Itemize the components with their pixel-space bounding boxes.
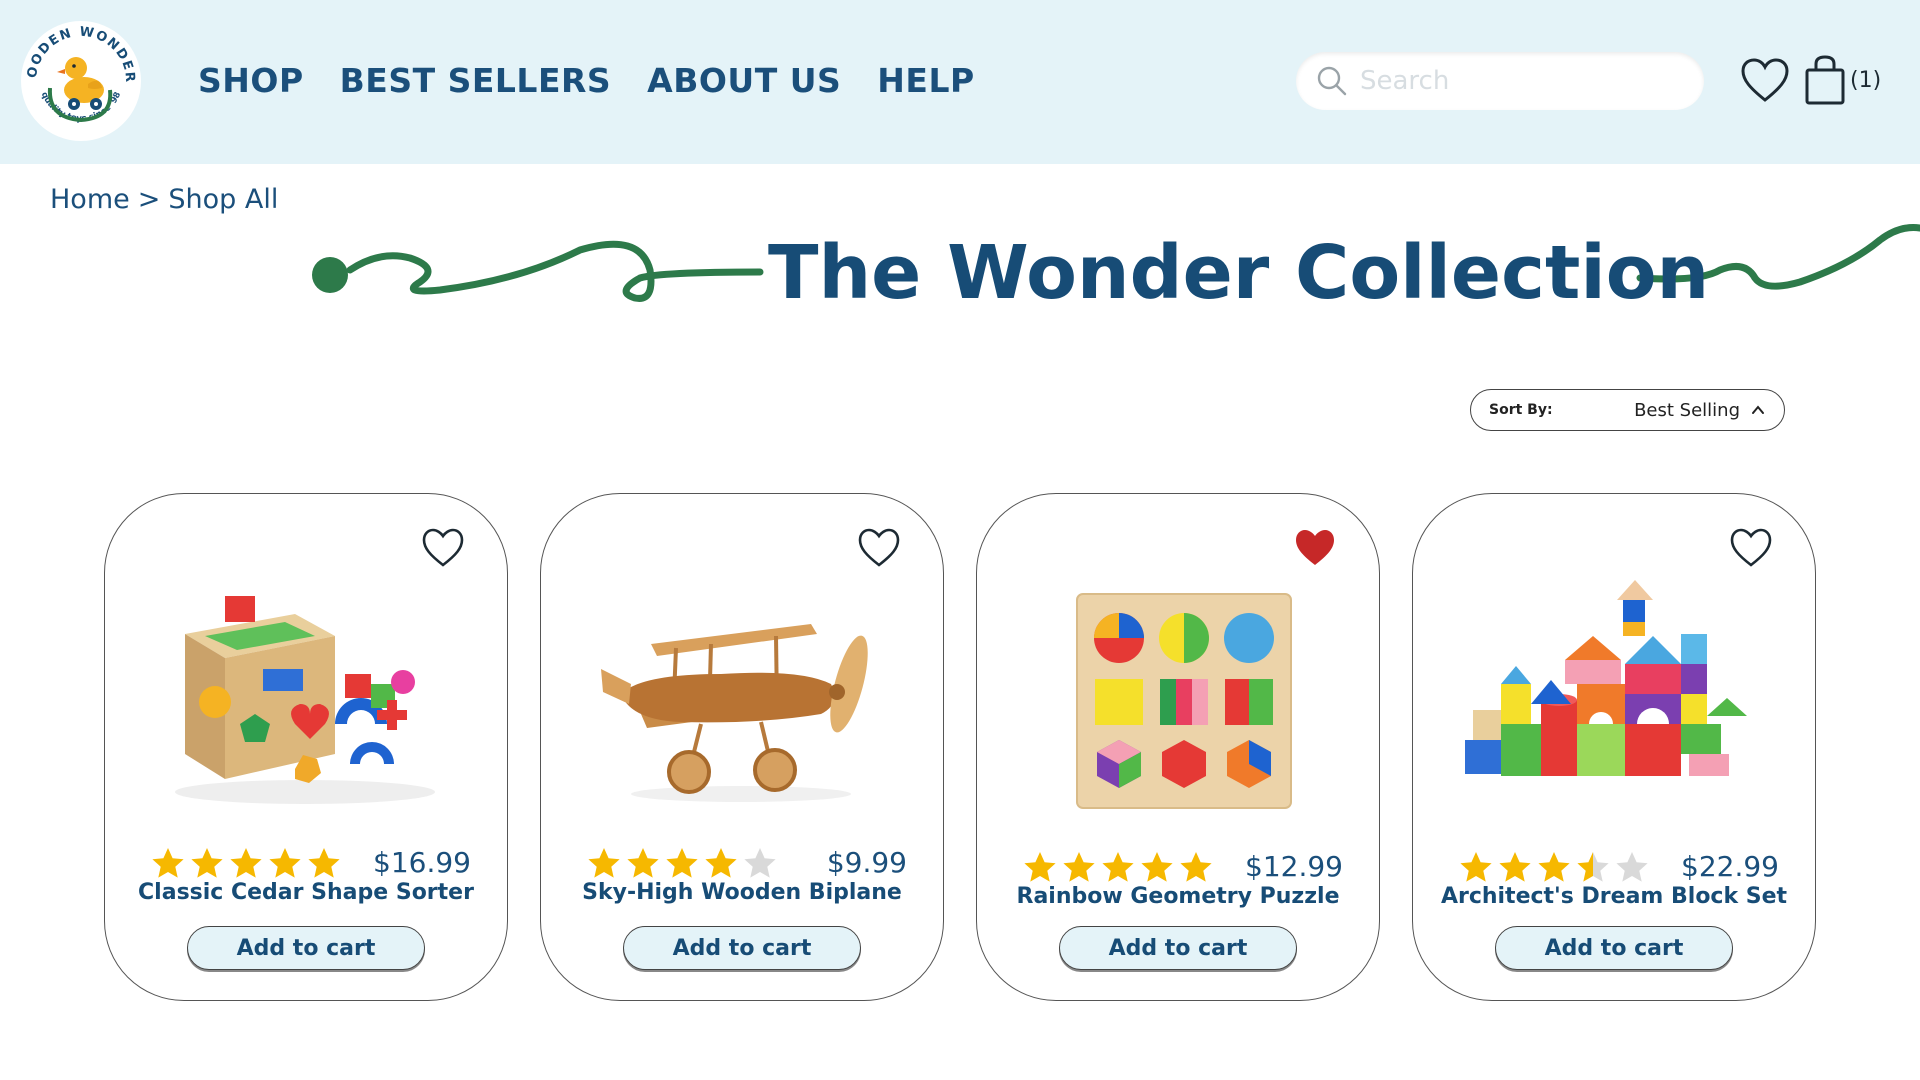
star-icon [1102, 851, 1134, 882]
star-rating [1023, 851, 1213, 883]
page-title: The Wonder Collection [768, 230, 1710, 316]
search-icon[interactable] [1316, 65, 1348, 97]
star-icon [152, 847, 184, 878]
product-name[interactable]: Classic Cedar Shape Sorter [105, 880, 507, 905]
product-price: $12.99 [1245, 850, 1343, 883]
nav-best-sellers[interactable]: BEST SELLERS [340, 58, 612, 104]
product-card[interactable]: $9.99 Sky-High Wooden Biplane Add to car… [540, 493, 944, 1001]
rating-row: $22.99 [1459, 850, 1779, 883]
star-icon [269, 847, 301, 878]
rating-row: $16.99 [151, 846, 471, 879]
star-icon [1577, 851, 1609, 882]
product-price: $22.99 [1681, 850, 1779, 883]
star-rating [151, 847, 341, 879]
breadcrumb: Home > Shop All [50, 184, 278, 215]
star-icon [666, 847, 698, 878]
favorite-heart-icon[interactable] [1729, 526, 1773, 570]
add-to-cart-button[interactable]: Add to cart [187, 926, 425, 970]
product-price: $16.99 [373, 846, 471, 879]
product-card[interactable]: $12.99 Rainbow Geometry Puzzle Add to ca… [976, 493, 1380, 1001]
star-icon [588, 847, 620, 878]
star-rating [587, 847, 777, 879]
cart-count: (1) [1850, 68, 1882, 93]
star-icon [191, 847, 223, 878]
add-to-cart-button[interactable]: Add to cart [1495, 926, 1733, 970]
search-input[interactable] [1360, 66, 1680, 96]
star-icon [308, 847, 340, 878]
product-card[interactable]: $16.99 Classic Cedar Shape Sorter Add to… [104, 493, 508, 1001]
wishlist-heart-icon[interactable] [1740, 56, 1790, 106]
sort-dropdown[interactable]: Sort By: Best Selling [1470, 389, 1785, 431]
product-price: $9.99 [826, 846, 907, 879]
product-grid: $16.99 Classic Cedar Shape Sorter Add to… [104, 493, 1816, 1001]
product-name[interactable]: Sky-High Wooden Biplane [541, 880, 943, 905]
block-castle-image[interactable] [1453, 574, 1777, 814]
star-icon [627, 847, 659, 878]
star-icon [744, 847, 776, 878]
geometry-puzzle-image[interactable] [1017, 574, 1341, 814]
nav-about-us[interactable]: ABOUT US [647, 58, 841, 104]
wooden-biplane-image[interactable] [581, 574, 905, 814]
star-icon [1460, 851, 1492, 882]
star-icon [1538, 851, 1570, 882]
site-header: WOODEN WONDERS quality toys since '98 SH… [0, 0, 1920, 164]
star-icon [1063, 851, 1095, 882]
rating-row: $9.99 [587, 846, 907, 879]
star-icon [1180, 851, 1212, 882]
add-to-cart-button[interactable]: Add to cart [1059, 926, 1297, 970]
shape-sorter-image[interactable] [145, 574, 469, 814]
star-icon [705, 847, 737, 878]
star-icon [1499, 851, 1531, 882]
star-icon [230, 847, 262, 878]
breadcrumb-current: Shop All [168, 184, 279, 215]
main-nav: SHOP BEST SELLERS ABOUT US HELP [198, 58, 1011, 104]
favorite-heart-filled-icon[interactable] [1293, 526, 1337, 570]
product-name[interactable]: Architect's Dream Block Set [1413, 884, 1815, 909]
add-to-cart-button[interactable]: Add to cart [623, 926, 861, 970]
star-icon [1024, 851, 1056, 882]
rating-row: $12.99 [1023, 850, 1343, 883]
product-name[interactable]: Rainbow Geometry Puzzle [977, 884, 1379, 909]
nav-help[interactable]: HELP [877, 58, 974, 104]
breadcrumb-separator: > [137, 184, 161, 215]
favorite-heart-icon[interactable] [857, 526, 901, 570]
chevron-up-icon [1752, 405, 1764, 414]
nav-shop[interactable]: SHOP [198, 58, 304, 104]
star-rating [1459, 851, 1649, 883]
favorite-heart-icon[interactable] [421, 526, 465, 570]
product-card[interactable]: $22.99 Architect's Dream Block Set Add t… [1412, 493, 1816, 1001]
breadcrumb-home[interactable]: Home [50, 184, 130, 215]
star-icon [1141, 851, 1173, 882]
star-icon [1616, 851, 1648, 882]
sort-label: Sort By: [1489, 402, 1553, 418]
search-bar[interactable] [1296, 52, 1704, 110]
brand-logo[interactable]: WOODEN WONDERS quality toys since '98 [18, 18, 144, 144]
title-banner: The Wonder Collection [0, 220, 1920, 320]
shopping-bag-icon[interactable] [1804, 54, 1846, 106]
sort-value: Best Selling [1634, 399, 1740, 421]
